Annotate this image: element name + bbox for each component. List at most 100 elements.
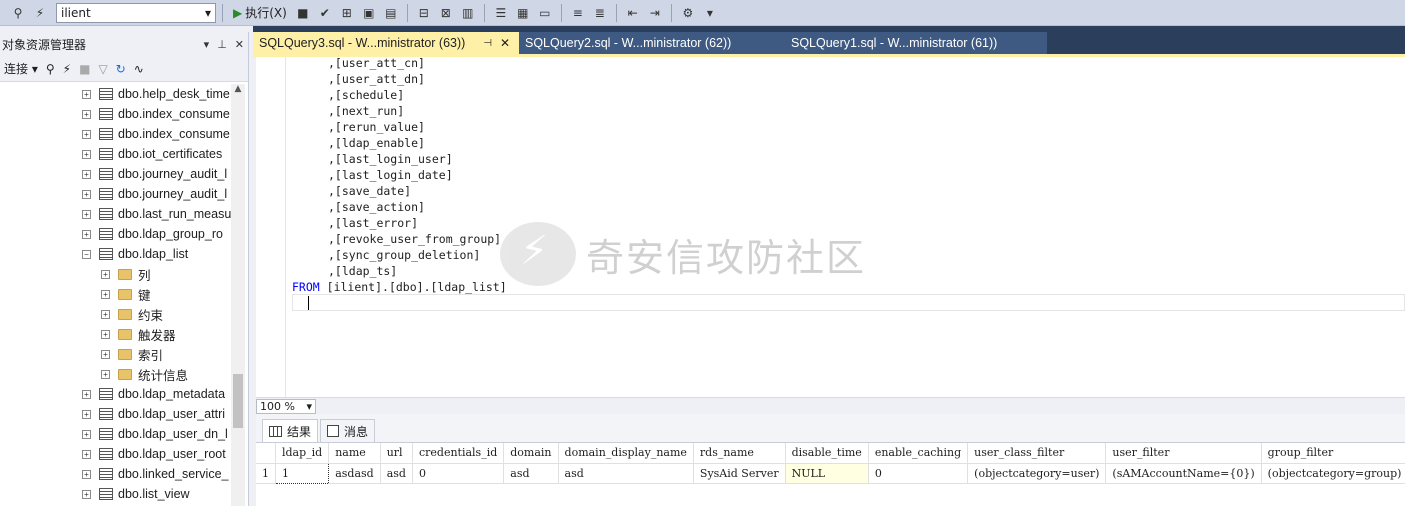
column-header[interactable]: url	[380, 443, 413, 464]
tab-messages[interactable]: 消息	[320, 419, 376, 442]
tree-table-item[interactable]: + dbo.journey_audit_l	[0, 164, 231, 184]
table-cell[interactable]: (sAMAccountName={0})	[1105, 463, 1262, 484]
table-cell[interactable]: 0	[868, 463, 969, 484]
expand-icon[interactable]: +	[101, 269, 110, 279]
indent-icon[interactable]: ⇥	[645, 3, 665, 23]
table-cell[interactable]: 0	[412, 463, 505, 484]
pin-icon[interactable]: ⊥	[217, 38, 227, 51]
tree-table-item[interactable]: + dbo.iot_certificates	[0, 144, 231, 164]
refresh-icon[interactable]: ↻	[116, 62, 126, 76]
scroll-up-icon[interactable]: ▲	[231, 84, 245, 98]
column-header[interactable]: user_filter	[1105, 443, 1262, 464]
column-header[interactable]: ldap_id	[275, 443, 330, 464]
tree-table-item[interactable]: + dbo.ldap_user_attri	[0, 404, 231, 424]
tree-folder-item[interactable]: + 统计信息	[0, 364, 231, 384]
column-header[interactable]: name	[328, 443, 381, 464]
tree-table-item[interactable]: + dbo.last_run_measu	[0, 204, 231, 224]
execute-button[interactable]: ▶ 执行(X)	[229, 4, 291, 21]
expand-icon[interactable]: +	[82, 209, 91, 219]
client-stats-icon[interactable]: ⊠	[436, 3, 456, 23]
tree-table-item[interactable]: − dbo.ldap_list	[0, 244, 231, 264]
object-tree-scrollbar[interactable]: ▲	[231, 84, 245, 506]
sql-code[interactable]: ,[user_att_cn] ,[user_att_dn] ,[schedule],…	[292, 57, 507, 295]
column-header[interactable]: credentials_id	[412, 443, 505, 464]
expand-icon[interactable]: +	[101, 349, 110, 359]
table-cell[interactable]: SysAid Server	[693, 463, 786, 484]
column-header[interactable]: domain	[503, 443, 559, 464]
expand-icon[interactable]: +	[101, 369, 110, 379]
sql-editor[interactable]: ,[user_att_cn] ,[user_att_dn] ,[schedule],…	[256, 57, 1405, 397]
connect-icon[interactable]: ⚲	[8, 3, 28, 23]
results-grid[interactable]: ldap_id name url credentials_id domain domain…	[256, 442, 1405, 506]
expand-icon[interactable]: +	[82, 469, 91, 479]
results-to-file-icon[interactable]: ▭	[535, 3, 555, 23]
results-to-grid-icon[interactable]: ▦	[513, 3, 533, 23]
zoom-select[interactable]: 100 % ▾	[256, 399, 316, 414]
table-cell[interactable]: asd	[380, 463, 413, 484]
overflow-icon[interactable]: ▾	[700, 3, 720, 23]
row-number[interactable]: 1	[256, 463, 276, 484]
column-header[interactable]: disable_time	[785, 443, 869, 464]
include-plan-icon[interactable]: ⊟	[414, 3, 434, 23]
database-select[interactable]: ilient ▾	[56, 2, 216, 23]
plug-icon[interactable]: ⚲	[46, 62, 55, 76]
collapse-icon[interactable]: −	[82, 249, 91, 259]
expand-icon[interactable]: +	[82, 449, 91, 459]
table-cell[interactable]: 1	[274, 462, 330, 484]
activity-monitor-icon[interactable]: ∿	[134, 62, 144, 76]
expand-icon[interactable]: +	[82, 189, 91, 199]
table-cell[interactable]: asdasd	[328, 463, 381, 484]
io-stats-icon[interactable]: ▥	[458, 3, 478, 23]
table-cell[interactable]: (objectcategory=user)	[967, 463, 1107, 484]
table-cell[interactable]: NULL	[785, 463, 869, 484]
expand-icon[interactable]: +	[82, 409, 91, 419]
outdent-icon[interactable]: ⇤	[623, 3, 643, 23]
expand-icon[interactable]: +	[82, 89, 91, 99]
tree-table-item[interactable]: + dbo.linked_service_	[0, 464, 231, 484]
tab-sqlquery1[interactable]: SQLQuery1.sql - W...ministrator (61))	[785, 32, 1047, 54]
uncomment-icon[interactable]: ≣	[590, 3, 610, 23]
expand-icon[interactable]: +	[101, 289, 110, 299]
table-row[interactable]: 1 1 asdasd asd 0 asd asd SysAid Server NULL 0 (obj…	[256, 462, 1405, 484]
disconnect-icon[interactable]: ⚡	[63, 62, 71, 76]
expand-icon[interactable]: +	[82, 389, 91, 399]
table-cell[interactable]: asd	[503, 463, 559, 484]
expand-icon[interactable]: +	[82, 129, 91, 139]
tree-table-item[interactable]: + dbo.index_consume	[0, 124, 231, 144]
column-header[interactable]: domain_display_name	[558, 443, 694, 464]
tab-results[interactable]: 结果	[262, 419, 319, 442]
dropdown-icon[interactable]: ▾	[204, 38, 210, 51]
tree-folder-item[interactable]: + 索引	[0, 344, 231, 364]
comment-icon[interactable]: ≡	[568, 3, 588, 23]
specify-values-icon[interactable]: ⚙	[678, 3, 698, 23]
expand-icon[interactable]: +	[82, 489, 91, 499]
close-icon[interactable]: ✕	[500, 36, 510, 50]
connect-dropdown[interactable]: 连接 ▾	[4, 60, 38, 77]
tree-folder-item[interactable]: + 键	[0, 284, 231, 304]
tree-folder-item[interactable]: + 触发器	[0, 324, 231, 344]
query-options-icon[interactable]: ▣	[359, 3, 379, 23]
table-cell[interactable]: asd	[558, 463, 694, 484]
expand-icon[interactable]: +	[82, 109, 91, 119]
results-to-text-icon[interactable]: ☰	[491, 3, 511, 23]
tree-folder-item[interactable]: + 约束	[0, 304, 231, 324]
tree-table-item[interactable]: + dbo.ldap_group_ro	[0, 224, 231, 244]
tree-table-item[interactable]: + dbo.ldap_metadata	[0, 384, 231, 404]
close-icon[interactable]: ✕	[235, 38, 244, 51]
tree-table-item[interactable]: + dbo.journey_audit_l	[0, 184, 231, 204]
expand-icon[interactable]: +	[82, 429, 91, 439]
tab-sqlquery3[interactable]: SQLQuery3.sql - W...ministrator (63)) ⊣ …	[253, 32, 519, 54]
check-icon[interactable]: ✔	[315, 3, 335, 23]
tree-table-item[interactable]: + dbo.ldap_user_root	[0, 444, 231, 464]
tab-sqlquery2[interactable]: SQLQuery2.sql - W...ministrator (62))	[519, 32, 785, 54]
pin-icon[interactable]: ⊣	[483, 38, 492, 49]
column-header[interactable]: rds_name	[693, 443, 786, 464]
plan-icon[interactable]: ⊞	[337, 3, 357, 23]
expand-icon[interactable]: +	[82, 169, 91, 179]
tree-table-item[interactable]: + dbo.help_desk_time	[0, 84, 231, 104]
expand-icon[interactable]: +	[82, 149, 91, 159]
table-cell[interactable]: (objectcategory=group)	[1261, 463, 1405, 484]
tree-table-item[interactable]: + dbo.ldap_user_dn_l	[0, 424, 231, 444]
expand-icon[interactable]: +	[82, 229, 91, 239]
tree-folder-item[interactable]: + 列	[0, 264, 231, 284]
